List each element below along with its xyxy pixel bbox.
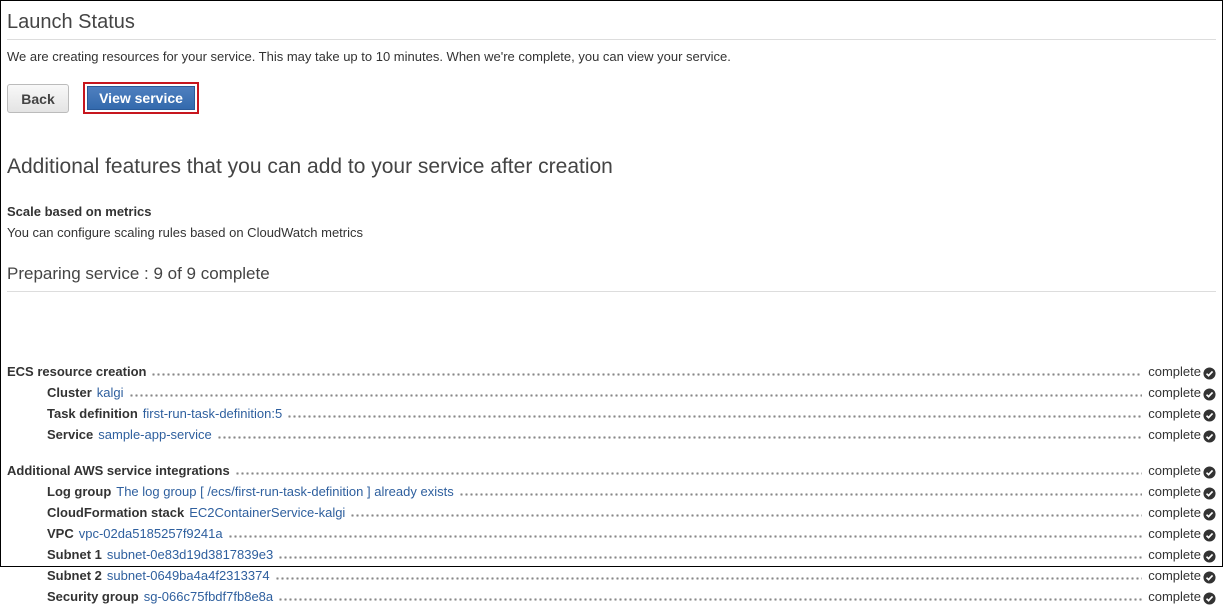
step-status: complete bbox=[1148, 406, 1201, 421]
step-label: Additional AWS service integrations bbox=[7, 463, 230, 478]
preparing-divider bbox=[7, 291, 1216, 292]
dot-leader bbox=[350, 514, 1143, 517]
step-label: Security group bbox=[47, 589, 139, 604]
cloudformation-stack-link[interactable]: EC2ContainerService-kalgi bbox=[189, 505, 345, 520]
security-group-link[interactable]: sg-066c75fbdf7fb8e8a bbox=[144, 589, 273, 604]
features-heading: Additional features that you can add to … bbox=[7, 155, 613, 178]
dot-leader bbox=[216, 436, 1143, 439]
title-divider bbox=[7, 39, 1216, 40]
step-label: ECS resource creation bbox=[7, 364, 147, 379]
feature-description: You can configure scaling rules based on… bbox=[7, 225, 364, 240]
check-circle-icon bbox=[1203, 592, 1216, 605]
step-label: Subnet 2 bbox=[47, 568, 102, 583]
step-label: Cluster bbox=[47, 385, 92, 400]
check-circle-icon bbox=[1203, 466, 1216, 479]
intro-text: We are creating resources for your servi… bbox=[7, 49, 731, 64]
dot-leader bbox=[227, 535, 1143, 538]
step-row-cluster: Cluster kalgi complete bbox=[7, 382, 1216, 403]
view-service-button[interactable]: View service bbox=[87, 86, 195, 110]
dot-leader bbox=[128, 394, 1143, 397]
task-definition-link[interactable]: first-run-task-definition:5 bbox=[143, 406, 282, 421]
check-circle-icon bbox=[1203, 529, 1216, 542]
page-title: Launch Status bbox=[7, 11, 135, 33]
step-status: complete bbox=[1148, 463, 1201, 478]
dot-leader bbox=[234, 472, 1143, 475]
check-circle-icon bbox=[1203, 487, 1216, 500]
check-circle-icon bbox=[1203, 409, 1216, 422]
step-status: complete bbox=[1148, 547, 1201, 562]
log-group-link[interactable]: The log group [ /ecs/first-run-task-defi… bbox=[116, 484, 453, 499]
step-row-vpc: VPC vpc-02da5185257f9241a complete bbox=[7, 523, 1216, 544]
step-row-additional-integrations: Additional AWS service integrations comp… bbox=[7, 460, 1216, 481]
cluster-link[interactable]: kalgi bbox=[97, 385, 124, 400]
dot-leader bbox=[458, 493, 1143, 496]
step-label: VPC bbox=[47, 526, 74, 541]
subnet-2-link[interactable]: subnet-0649ba4a4f2313374 bbox=[107, 568, 270, 583]
step-row-task-definition: Task definition first-run-task-definitio… bbox=[7, 403, 1216, 424]
step-status: complete bbox=[1148, 505, 1201, 520]
step-label: Subnet 1 bbox=[47, 547, 102, 562]
check-circle-icon bbox=[1203, 508, 1216, 521]
step-status: complete bbox=[1148, 364, 1201, 379]
dot-leader bbox=[151, 373, 1143, 376]
step-row-ecs-resource-creation: ECS resource creation complete bbox=[7, 361, 1216, 382]
step-status: complete bbox=[1148, 427, 1201, 442]
check-circle-icon bbox=[1203, 571, 1216, 584]
step-row-service: Service sample-app-service complete bbox=[7, 424, 1216, 445]
launch-status-panel: Launch Status We are creating resources … bbox=[7, 1, 1216, 605]
subnet-1-link[interactable]: subnet-0e83d19d3817839e3 bbox=[107, 547, 273, 562]
dot-leader bbox=[274, 577, 1143, 580]
vpc-link[interactable]: vpc-02da5185257f9241a bbox=[79, 526, 223, 541]
step-status: complete bbox=[1148, 385, 1201, 400]
step-status: complete bbox=[1148, 526, 1201, 541]
check-circle-icon bbox=[1203, 367, 1216, 380]
page-frame: Launch Status We are creating resources … bbox=[0, 0, 1223, 605]
step-status: complete bbox=[1148, 589, 1201, 604]
dot-leader bbox=[287, 415, 1143, 418]
check-circle-icon bbox=[1203, 550, 1216, 563]
step-label: Log group bbox=[47, 484, 112, 499]
step-label: Task definition bbox=[47, 406, 138, 421]
step-row-log-group: Log group The log group [ /ecs/first-run… bbox=[7, 481, 1216, 502]
step-label: CloudFormation stack bbox=[47, 505, 185, 520]
step-row-cloudformation-stack: CloudFormation stack EC2ContainerService… bbox=[7, 502, 1216, 523]
step-row-security-group: Security group sg-066c75fbdf7fb8e8a comp… bbox=[7, 586, 1216, 607]
view-service-highlight: View service bbox=[83, 82, 199, 114]
check-circle-icon bbox=[1203, 430, 1216, 443]
button-bar: Back View service bbox=[7, 82, 307, 114]
preparing-heading: Preparing service : 9 of 9 complete bbox=[7, 264, 270, 283]
step-row-subnet-2: Subnet 2 subnet-0649ba4a4f2313374 comple… bbox=[7, 565, 1216, 586]
check-circle-icon bbox=[1203, 388, 1216, 401]
step-row-subnet-1: Subnet 1 subnet-0e83d19d3817839e3 comple… bbox=[7, 544, 1216, 565]
dot-leader bbox=[278, 556, 1143, 559]
step-status: complete bbox=[1148, 484, 1201, 499]
dot-leader bbox=[278, 598, 1143, 601]
step-label: Service bbox=[47, 427, 94, 442]
step-status: complete bbox=[1148, 568, 1201, 583]
service-link[interactable]: sample-app-service bbox=[98, 427, 211, 442]
back-button[interactable]: Back bbox=[7, 84, 69, 113]
feature-name: Scale based on metrics bbox=[7, 204, 152, 219]
